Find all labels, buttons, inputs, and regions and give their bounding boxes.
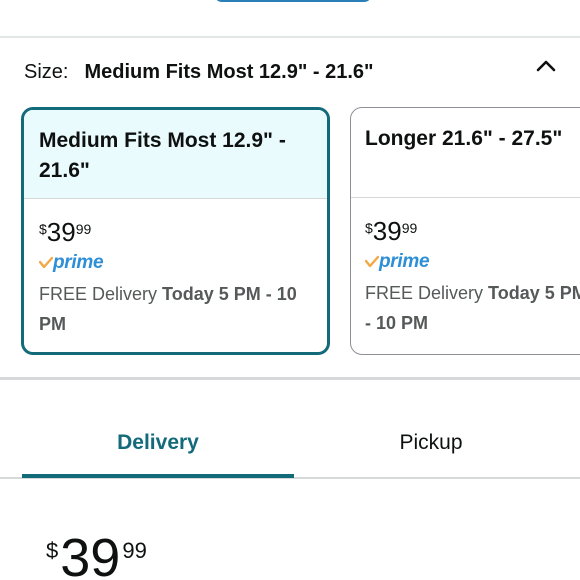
top-button-edge[interactable] (214, 0, 372, 2)
price-whole: 39 (46, 217, 76, 247)
price-symbol: $ (46, 538, 59, 563)
option-price: $ 39 99 (365, 216, 580, 248)
fulfillment-tabs: Delivery Pickup (0, 408, 580, 480)
price-symbol: $ (39, 221, 47, 237)
tab-delivery[interactable]: Delivery (22, 408, 294, 478)
option-price: $ 39 99 (39, 217, 311, 249)
size-option-card-medium[interactable]: Medium Fits Most 12.9" - 21.6" $ 39 99 p… (21, 107, 330, 355)
price-fraction: 99 (75, 221, 92, 237)
tab-pickup[interactable]: Pickup (294, 408, 568, 478)
price-symbol: $ (365, 220, 373, 236)
price-whole: 39 (372, 216, 402, 246)
option-title: Longer 21.6" - 27.5" (351, 108, 580, 198)
option-title: Medium Fits Most 12.9" - 21.6" (24, 110, 327, 199)
prime-label: prime (53, 252, 104, 273)
delivery-prefix: FREE Delivery (365, 283, 484, 303)
divider (0, 377, 580, 380)
size-label: Size: (24, 60, 69, 83)
size-option-card-longer[interactable]: Longer 21.6" - 27.5" $ 39 99 prime FREE … (350, 107, 580, 355)
price-fraction: 99 (401, 220, 418, 236)
prime-badge: prime (365, 250, 580, 274)
divider (0, 36, 580, 38)
chevron-up-icon[interactable] (534, 54, 558, 78)
prime-check-icon (365, 255, 379, 268)
price-fraction: 99 (122, 538, 147, 563)
delivery-prefix: FREE Delivery (39, 284, 158, 304)
price-whole: 39 (60, 528, 121, 580)
active-tab-indicator (22, 474, 294, 478)
prime-label: prime (379, 251, 430, 272)
delivery-info: FREE Delivery Today 5 PM - 10 PM (365, 278, 580, 338)
prime-check-icon (39, 256, 53, 269)
option-details: $ 39 99 prime FREE Delivery Today 5 PM -… (24, 199, 327, 339)
option-details: $ 39 99 prime FREE Delivery Today 5 PM -… (351, 198, 580, 338)
size-selector-header[interactable]: Size: Medium Fits Most 12.9" - 21.6" (24, 58, 374, 86)
size-selected-value: Medium Fits Most 12.9" - 21.6" (84, 60, 374, 83)
delivery-info: FREE Delivery Today 5 PM - 10 PM (39, 279, 311, 339)
product-variant-page: Size: Medium Fits Most 12.9" - 21.6" Med… (0, 0, 580, 580)
prime-badge: prime (39, 251, 311, 275)
summary-price: $ 39 99 (46, 530, 147, 580)
